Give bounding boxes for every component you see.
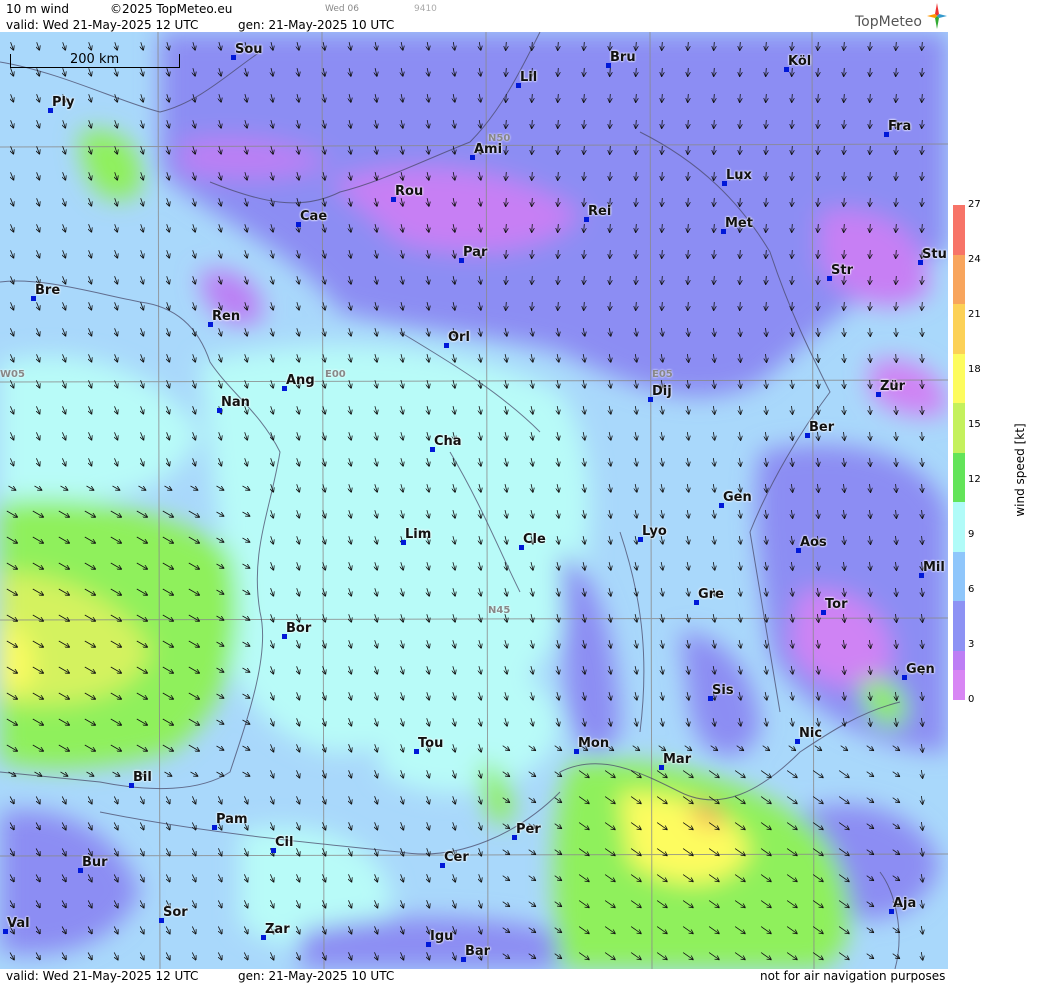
city-label: Zar <box>265 922 290 937</box>
copyright: ©2025 TopMeteo.eu <box>110 2 233 16</box>
colorbar-segment <box>953 353 965 403</box>
colorbar-segment <box>953 254 965 304</box>
city-label: Tor <box>825 597 848 612</box>
city-label: Mar <box>663 752 692 767</box>
city-label: Aja <box>893 896 917 911</box>
colorbar-segment <box>953 403 965 453</box>
city-label: Ply <box>52 95 75 110</box>
colorbar-segment <box>953 452 965 502</box>
footer-disclaimer: not for air navigation purposes <box>760 969 946 983</box>
city-label: Cle <box>523 532 546 547</box>
city-label: Cil <box>275 835 294 850</box>
valid-time: valid: Wed 21-May-2025 12 UTC <box>6 18 199 32</box>
colorbar-tick: 21 <box>968 309 981 320</box>
wind-map[interactable]: N50 E00 E05 W05 N45 Sou Bru Köl Lil Ply Ami Fr… <box>0 32 948 969</box>
city-label: Lil <box>520 70 538 85</box>
city-label: Bor <box>286 621 312 636</box>
colorbar-tick: 24 <box>968 254 981 265</box>
city-label: Sor <box>163 905 188 920</box>
footer-valid-time: valid: Wed 21-May-2025 12 UTC <box>6 969 199 983</box>
city-label: Ang <box>286 373 315 388</box>
city-label: Mil <box>923 560 945 575</box>
city-label: Lim <box>405 527 432 542</box>
city-label: Orl <box>448 330 470 345</box>
grid-label-n45: N45 <box>488 605 511 616</box>
city-label: Sou <box>235 42 263 57</box>
city-label: Gen <box>906 662 935 677</box>
city-label: Dij <box>652 384 672 399</box>
colorbar-tick: 15 <box>968 419 981 430</box>
city-label: Igu <box>430 929 454 944</box>
colorbar-segment <box>953 670 965 700</box>
city-label: Köl <box>788 54 812 69</box>
generated-time: gen: 21-May-2025 10 UTC <box>238 18 395 32</box>
colorbar-segment <box>953 502 965 552</box>
city-label: Cha <box>434 434 462 449</box>
colorbar-title: wind speed [kt] <box>1013 423 1027 517</box>
city-label: Per <box>516 822 541 837</box>
wind-field <box>0 32 948 969</box>
colorbar-tick: 18 <box>968 364 981 375</box>
colorbar-segment <box>953 205 965 255</box>
topmeteo-logo: TopMeteo <box>855 14 922 30</box>
colorbar-tick: 3 <box>968 639 975 650</box>
colorbar-segment <box>953 304 965 354</box>
colorbar-tick: 9 <box>968 529 975 540</box>
colorbar-tick: 6 <box>968 584 975 595</box>
city-label: Bru <box>610 50 636 65</box>
city-label: Stu <box>922 247 947 262</box>
city-label: Ren <box>212 309 241 324</box>
city-label: Nan <box>221 395 250 410</box>
city-label: Nic <box>799 726 823 741</box>
city-label: Sis <box>712 683 734 698</box>
grid-label-w05: W05 <box>0 369 25 380</box>
city-label: Bur <box>82 855 108 870</box>
city-label: Rei <box>588 204 612 219</box>
city-label: Rou <box>395 184 424 199</box>
compass-star-icon <box>927 3 947 29</box>
city-label: Ber <box>809 420 835 435</box>
product-title: 10 m wind <box>6 2 69 16</box>
city-label: Par <box>463 245 488 260</box>
city-label: Gen <box>723 490 752 505</box>
city-label: Cae <box>300 209 328 224</box>
city-label: Str <box>831 263 853 278</box>
city-label: Lyo <box>642 524 667 539</box>
city-label: Bil <box>133 770 152 785</box>
grid-label-e00: E00 <box>325 369 346 380</box>
city-label: Cer <box>444 850 469 865</box>
city-label: Pam <box>216 812 248 827</box>
city-label: Lux <box>726 168 752 183</box>
colorbar-segment <box>953 601 965 651</box>
city-label: Ami <box>474 142 503 157</box>
city-label: Val <box>7 916 30 931</box>
colorbar-tick: 12 <box>968 474 981 485</box>
city-label: Aos <box>800 535 827 550</box>
city-label: Zür <box>880 379 906 394</box>
colorbar-tick: 27 <box>968 199 981 210</box>
footer-generated-time: gen: 21-May-2025 10 UTC <box>238 969 395 983</box>
run-tab: Wed 06 <box>325 4 359 14</box>
city-label: Bre <box>35 283 61 298</box>
city-label: Mon <box>578 736 610 751</box>
grid-label-e05: E05 <box>652 369 673 380</box>
city-label: Bar <box>465 944 491 959</box>
run-code: 9410 <box>414 4 437 14</box>
scale-bar-label: 200 km <box>70 52 120 67</box>
city-label: Fra <box>888 119 912 134</box>
city-label: Gre <box>698 587 724 602</box>
colorbar-tick: 0 <box>968 694 975 705</box>
city-label: Tou <box>418 736 444 751</box>
colorbar-segment <box>953 551 965 601</box>
city-label: Met <box>725 216 753 231</box>
